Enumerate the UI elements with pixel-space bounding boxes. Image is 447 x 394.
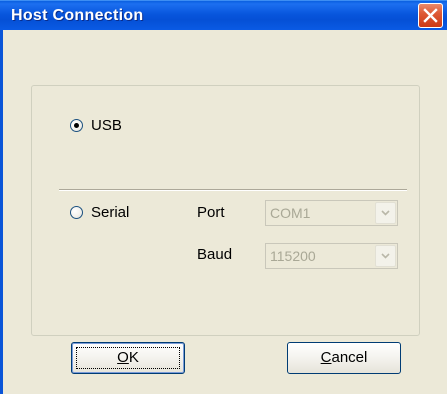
cancel-label-rest: ancel	[331, 349, 368, 366]
port-select[interactable]: COM1	[265, 200, 398, 226]
chevron-down-icon	[381, 210, 390, 216]
title-bar[interactable]: Host Connection	[0, 0, 447, 30]
serial-radio[interactable]	[70, 206, 83, 219]
baud-select[interactable]: 115200	[265, 243, 398, 269]
option-divider	[59, 189, 407, 191]
ok-mnemonic: O	[117, 349, 129, 366]
port-select-value: COM1	[270, 205, 311, 221]
cancel-button-label: Cancel	[321, 349, 368, 366]
ok-button-label: OK	[117, 349, 139, 366]
host-connection-dialog: Host Connection USB Serial Port COM1 Bau…	[0, 0, 447, 394]
window-title: Host Connection	[11, 7, 144, 24]
ok-label-rest: K	[128, 349, 139, 366]
baud-select-value: 115200	[270, 248, 316, 264]
cancel-button[interactable]: Cancel	[287, 342, 401, 374]
close-icon	[423, 8, 438, 23]
dialog-body: USB Serial Port COM1 Baud 115200 OK Canc…	[0, 30, 447, 394]
usb-label[interactable]: USB	[91, 117, 122, 135]
cancel-mnemonic: C	[320, 349, 332, 366]
radio-selected-dot	[74, 123, 79, 128]
chevron-down-icon	[381, 253, 390, 259]
baud-label: Baud	[197, 246, 233, 263]
port-dropdown-button[interactable]	[375, 202, 396, 224]
serial-label[interactable]: Serial	[91, 204, 129, 222]
baud-dropdown-button[interactable]	[375, 245, 396, 267]
port-label: Port	[197, 204, 225, 221]
usb-radio[interactable]	[70, 119, 83, 132]
close-button[interactable]	[418, 3, 443, 28]
ok-button[interactable]: OK	[71, 342, 185, 374]
